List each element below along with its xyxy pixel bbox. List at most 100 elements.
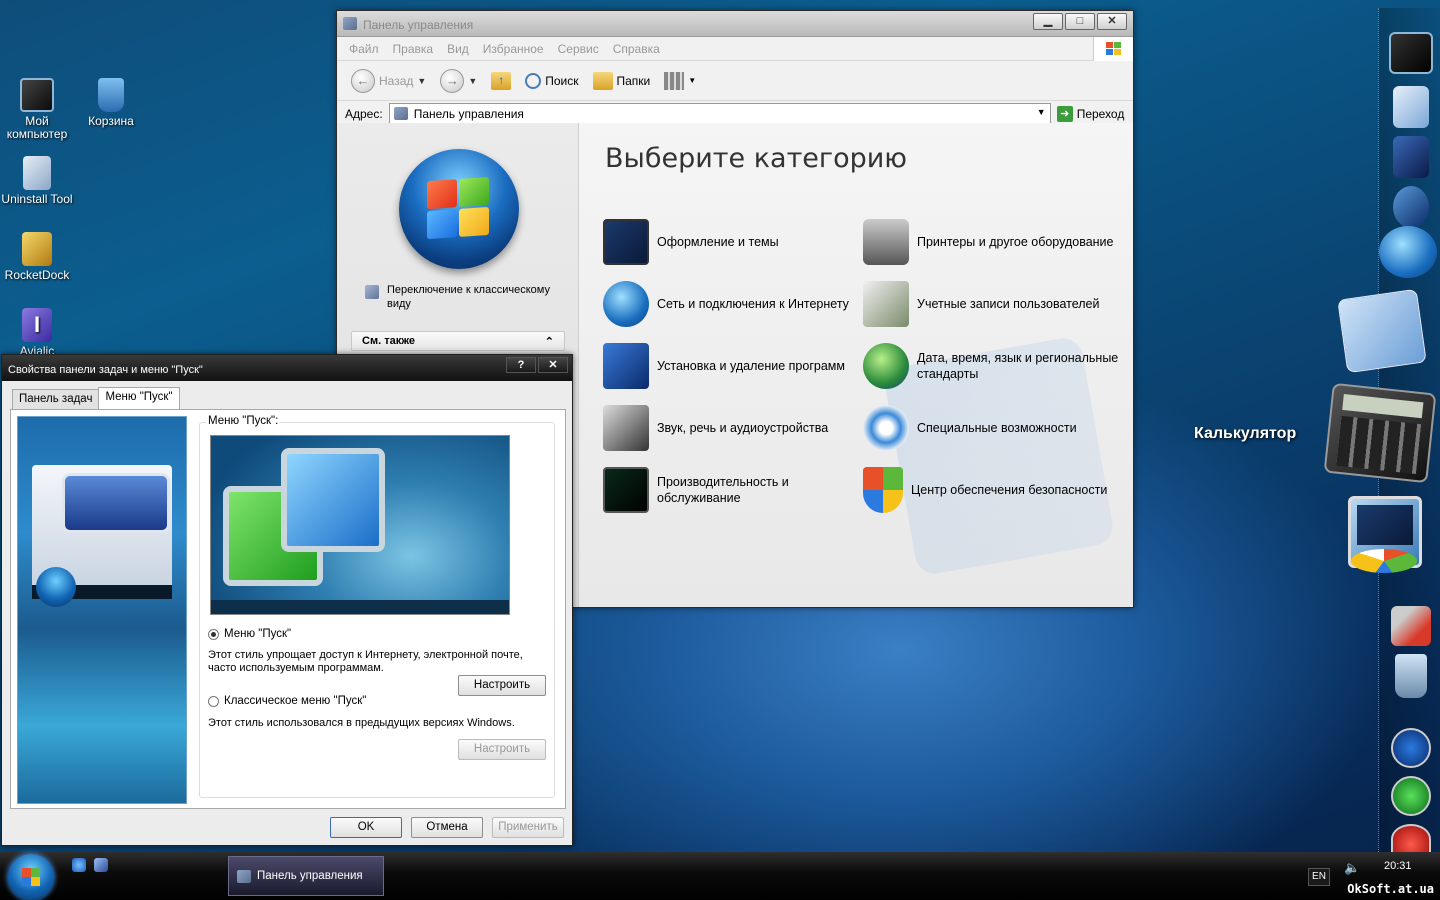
start-menu-group: Меню "Пуск": Меню "Пуск" Этот стиль упро… [199, 415, 555, 798]
desktop-icon-label: RocketDock [4, 268, 70, 282]
dropdown-arrow-icon[interactable]: ▼ [468, 76, 477, 86]
category-user-accounts[interactable]: Учетные записи пользователей [863, 281, 1123, 327]
menu-view[interactable]: Вид [447, 42, 469, 56]
windows-logo-icon [399, 149, 519, 269]
category-network[interactable]: Сеть и подключения к Интернету [603, 281, 863, 327]
tab-start-menu[interactable]: Меню "Пуск" [98, 387, 180, 409]
up-button[interactable]: ↑ [487, 66, 515, 96]
customize-classic-menu-button[interactable]: Настроить [458, 739, 546, 760]
recycle-bin-dock-icon[interactable] [1395, 654, 1427, 698]
taskbar-button-label: Панель управления [257, 870, 363, 882]
menu-favorites[interactable]: Избранное [483, 42, 544, 56]
minimize-button[interactable]: ▁ [1033, 13, 1063, 30]
calculator-dock-icon[interactable] [1323, 382, 1437, 484]
classic-start-menu-radio[interactable]: Классическое меню "Пуск" [208, 695, 366, 707]
category-add-remove[interactable]: Установка и удаление программ [603, 343, 863, 389]
my-computer-dock-icon[interactable] [1389, 32, 1433, 74]
window-title: Панель управления [363, 18, 474, 32]
sound-icon [603, 405, 649, 451]
menu-bar: Файл Правка Вид Избранное Сервис Справка [337, 37, 1133, 61]
control-panel-icon [237, 869, 251, 883]
folders-button[interactable]: Папки [589, 66, 655, 96]
uninstall-tool-icon [23, 156, 51, 190]
apply-button[interactable]: Применить [492, 817, 564, 838]
volume-icon[interactable]: 🔈 [1344, 860, 1360, 876]
refresh-dock-icon[interactable] [1391, 776, 1431, 816]
dropdown-arrow-icon[interactable]: ▼ [417, 76, 426, 86]
go-button[interactable]: ➜ Переход [1056, 105, 1124, 122]
category-label: Учетные записи пользователей [917, 297, 1100, 311]
start-menu-tab-page: Меню "Пуск": Меню "Пуск" Этот стиль упро… [10, 409, 566, 809]
search-icon [525, 72, 542, 89]
power-dock-icon[interactable] [1391, 824, 1431, 854]
calculator-settings-dock-icon[interactable] [1337, 288, 1427, 374]
category-security-center[interactable]: Центр обеспечения безопасности [863, 467, 1123, 513]
maximize-button[interactable]: □ [1065, 13, 1095, 30]
menu-edit[interactable]: Правка [393, 42, 434, 56]
category-appearance[interactable]: Оформление и темы [603, 219, 863, 265]
language-indicator[interactable]: EN [1308, 868, 1330, 886]
network-icon [603, 281, 649, 327]
category-printers[interactable]: Принтеры и другое оборудование [863, 219, 1123, 265]
tools-dock-icon[interactable] [1391, 606, 1431, 646]
paint-dock-icon[interactable] [1348, 496, 1422, 573]
address-input[interactable]: Панель управления ▼ [388, 103, 1051, 124]
start-menu-radio[interactable]: Меню "Пуск" [208, 628, 291, 640]
start-menu-radio-label: Меню "Пуск" [224, 628, 292, 640]
close-button[interactable]: ✕ [1097, 13, 1127, 30]
search-button[interactable]: Поиск [521, 66, 582, 96]
internet-dock-icon[interactable] [1379, 226, 1437, 278]
desktop-icon-avialic[interactable]: I Avialic [0, 308, 74, 358]
desktop-icon-recycle-bin[interactable]: Корзина [74, 78, 148, 128]
customize-start-menu-button[interactable]: Настроить [458, 675, 546, 696]
help-button[interactable]: ? [506, 357, 536, 373]
start-button[interactable] [8, 854, 54, 900]
collapse-icon: ⌃ [544, 336, 554, 348]
music-dock-icon[interactable] [1393, 186, 1429, 228]
rocketdock-icon [22, 232, 52, 266]
category-pane: Выберите категорию Оформление и темы При… [579, 123, 1133, 607]
desktop-icon-uninstall-tool[interactable]: Uninstall Tool [0, 156, 74, 206]
cancel-button[interactable]: Отмена [411, 817, 483, 838]
security-center-icon [863, 467, 903, 513]
documents-dock-icon[interactable] [1393, 86, 1429, 128]
menu-file[interactable]: Файл [349, 42, 379, 56]
ok-button[interactable]: OK [330, 817, 402, 838]
dropdown-arrow-icon[interactable]: ▼ [1037, 107, 1046, 117]
switch-classic-view-link[interactable]: Переключение к классическому виду [365, 283, 565, 311]
category-performance[interactable]: Производительность и обслуживание [603, 467, 863, 513]
dialog-close-button[interactable]: ✕ [538, 357, 568, 373]
video-dock-icon[interactable] [1393, 136, 1429, 178]
desktop-icon-rocketdock[interactable]: RocketDock [0, 232, 74, 282]
desktop-icon-label: Корзина [88, 114, 134, 128]
internet-explorer-icon[interactable] [72, 858, 86, 872]
see-also-header[interactable]: См. также ⌃ [351, 331, 565, 351]
category-sound[interactable]: Звук, речь и аудиоустройства [603, 405, 863, 451]
dialog-titlebar[interactable]: Свойства панели задач и меню "Пуск" ? ✕ [2, 355, 572, 381]
accessibility-icon [863, 405, 909, 451]
printers-icon [863, 219, 909, 265]
desktop-icon-my-computer[interactable]: Мой компьютер [0, 78, 74, 141]
views-button[interactable]: ▼ [660, 66, 700, 96]
dropdown-arrow-icon: ▼ [688, 76, 697, 85]
control-panel-titlebar[interactable]: Панель управления ▁ □ ✕ [337, 11, 1133, 37]
clock[interactable]: 20:31 [1384, 860, 1412, 872]
group-label: Меню "Пуск": [206, 415, 281, 427]
desktop-icon-label: Мой компьютер [6, 114, 68, 141]
back-button[interactable]: ← Назад ▼ [347, 66, 430, 96]
forward-button[interactable]: → ▼ [436, 66, 481, 96]
search-dock-icon[interactable] [1391, 728, 1431, 768]
category-date-time[interactable]: Дата, время, язык и региональные стандар… [863, 343, 1123, 389]
category-accessibility[interactable]: Специальные возможности [863, 405, 1123, 451]
category-label: Принтеры и другое оборудование [917, 235, 1114, 249]
menu-tools[interactable]: Сервис [558, 42, 599, 56]
show-desktop-icon[interactable] [94, 858, 108, 872]
start-menu-preview-image [210, 435, 510, 615]
classic-start-menu-description: Этот стиль использовался в предыдущих ве… [208, 717, 515, 729]
start-menu-description: Этот стиль упрощает доступ к Интернету, … [208, 649, 523, 674]
date-time-language-icon [863, 343, 909, 389]
menu-help[interactable]: Справка [613, 42, 660, 56]
taskbar-button-control-panel[interactable]: Панель управления [228, 856, 384, 896]
views-icon [664, 71, 685, 90]
tab-taskbar[interactable]: Панель задач [12, 389, 100, 409]
